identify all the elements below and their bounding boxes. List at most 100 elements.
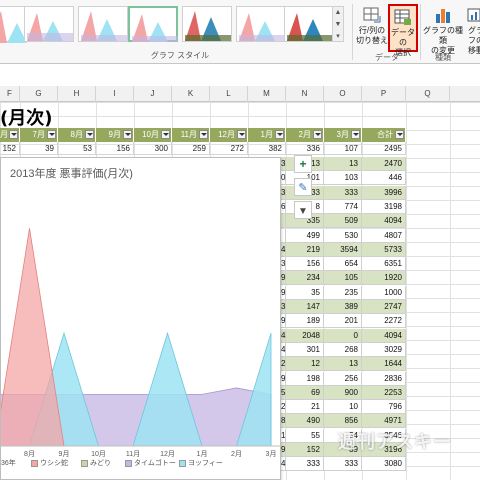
data-cell[interactable]: 10 xyxy=(324,400,362,415)
data-cell[interactable]: 105 xyxy=(324,271,362,286)
filter-dropdown-icon[interactable] xyxy=(123,130,132,139)
chart-elements-button[interactable]: + xyxy=(294,155,312,173)
data-cell[interactable]: 39 xyxy=(20,142,58,155)
data-cell[interactable]: 499 xyxy=(286,228,324,243)
data-cell[interactable]: 272 xyxy=(210,142,248,155)
month-header-cell[interactable]: 9月 xyxy=(96,128,134,142)
month-header-cell[interactable]: 合計 xyxy=(362,128,406,142)
data-cell[interactable]: 189 xyxy=(286,314,324,329)
switch-row-column-button[interactable]: 行/列の 切り替え xyxy=(356,4,388,52)
chart-title[interactable]: 2013年度 悪事評価(月次) xyxy=(10,165,133,181)
data-cell[interactable]: 6351 xyxy=(362,257,406,272)
data-cell[interactable]: 35 xyxy=(286,285,324,300)
data-cell[interactable]: 55 xyxy=(286,428,324,443)
month-header-cell[interactable]: 2月 xyxy=(286,128,324,142)
data-cell[interactable]: 3996 xyxy=(362,185,406,200)
data-cell[interactable]: 654 xyxy=(324,257,362,272)
data-cell[interactable]: 5733 xyxy=(362,242,406,257)
data-cell[interactable]: 256 xyxy=(324,371,362,386)
data-cell[interactable]: 12 xyxy=(286,357,324,372)
chart-legend[interactable]: 36年 ウシシ蛇 みどり タイムゴトー ヨッフィー xyxy=(1,456,282,470)
data-cell[interactable]: 3029 xyxy=(362,342,406,357)
month-header-cell[interactable]: 3月 xyxy=(324,128,362,142)
data-cell[interactable]: 490 xyxy=(286,414,324,429)
data-cell[interactable]: 2836 xyxy=(362,371,406,386)
chart-style-thumb-3[interactable] xyxy=(78,6,128,42)
data-cell[interactable]: 301 xyxy=(286,342,324,357)
worksheet-grid[interactable]: FGHIJKLMNOPQ (月次) 月 7月 8月 9月 10月 11月 12月 1月 2月 3月… xyxy=(0,86,480,480)
filter-dropdown-icon[interactable] xyxy=(395,130,404,139)
month-header-cell[interactable]: 10月 xyxy=(134,128,172,142)
move-chart-button[interactable]: グラフの 移動 xyxy=(466,4,480,55)
data-cell[interactable]: 2048 xyxy=(286,328,324,343)
data-cell[interactable]: 13 xyxy=(324,157,362,171)
filter-dropdown-icon[interactable] xyxy=(47,130,56,139)
column-header-i[interactable]: I xyxy=(96,86,134,102)
month-header-cell[interactable]: 11月 xyxy=(172,128,210,142)
data-cell[interactable]: 13 xyxy=(324,357,362,372)
column-header-h[interactable]: H xyxy=(58,86,96,102)
data-cell[interactable]: 333 xyxy=(324,457,362,472)
chart-style-thumb-5[interactable] xyxy=(182,6,232,42)
data-cell[interactable]: 856 xyxy=(324,414,362,429)
data-cell[interactable]: 69 xyxy=(286,385,324,400)
data-cell[interactable]: 300 xyxy=(134,142,172,155)
data-cell[interactable]: 389 xyxy=(324,300,362,314)
data-cell[interactable]: 2747 xyxy=(362,300,406,314)
column-header-f[interactable]: F xyxy=(0,86,20,102)
column-header-q[interactable]: Q xyxy=(406,86,450,102)
data-cell[interactable]: 219 xyxy=(286,242,324,257)
data-cell[interactable]: 198 xyxy=(286,371,324,386)
column-header-l[interactable]: L xyxy=(210,86,248,102)
area-chart[interactable]: 8月 9月 10月 11月 12月 1月 2月 3月 2013年度 悪事評価(月次) 36年 ウ… xyxy=(0,157,282,480)
chart-style-thumb-2[interactable] xyxy=(24,6,74,42)
legend-entry[interactable]: ウシシ蛇 xyxy=(31,458,68,468)
select-data-button[interactable]: データの 選択 xyxy=(388,4,418,57)
filter-dropdown-icon[interactable] xyxy=(275,130,284,139)
data-cell[interactable]: 4094 xyxy=(362,214,406,229)
data-cell[interactable]: 107 xyxy=(324,142,362,155)
data-cell[interactable]: 53 xyxy=(58,142,96,155)
data-cell[interactable]: 259 xyxy=(172,142,210,155)
filter-dropdown-icon[interactable] xyxy=(237,130,246,139)
filter-dropdown-icon[interactable] xyxy=(313,130,322,139)
column-header-g[interactable]: G xyxy=(20,86,58,102)
column-header-j[interactable]: J xyxy=(134,86,172,102)
data-cell[interactable]: 382 xyxy=(248,142,286,155)
data-cell[interactable]: 152 xyxy=(0,142,20,155)
data-cell[interactable]: 3080 xyxy=(362,457,406,472)
column-header-p[interactable]: P xyxy=(362,86,406,102)
column-header-k[interactable]: K xyxy=(172,86,210,102)
data-cell[interactable]: 1644 xyxy=(362,357,406,372)
chart-style-thumb-4-selected[interactable] xyxy=(128,6,178,42)
data-cell[interactable]: 201 xyxy=(324,314,362,329)
month-header-cell[interactable]: 月 xyxy=(0,128,20,142)
data-cell[interactable]: 2253 xyxy=(362,385,406,400)
filter-dropdown-icon[interactable] xyxy=(85,130,94,139)
data-cell[interactable]: 0 xyxy=(324,328,362,343)
month-header-cell[interactable]: 7月 xyxy=(20,128,58,142)
data-cell[interactable]: 147 xyxy=(286,300,324,314)
data-cell[interactable]: 446 xyxy=(362,171,406,186)
month-header-cell[interactable]: 1月 xyxy=(248,128,286,142)
data-cell[interactable]: 1920 xyxy=(362,271,406,286)
data-cell[interactable]: 4807 xyxy=(362,228,406,243)
filter-dropdown-icon[interactable] xyxy=(351,130,360,139)
chart-style-thumb-6[interactable] xyxy=(236,6,286,42)
data-cell[interactable]: 796 xyxy=(362,400,406,415)
column-header-o[interactable]: O xyxy=(324,86,362,102)
chart-style-thumb-7[interactable] xyxy=(284,6,334,42)
data-cell[interactable]: 2272 xyxy=(362,314,406,329)
filter-dropdown-icon[interactable] xyxy=(199,130,208,139)
month-header-cell[interactable]: 8月 xyxy=(58,128,96,142)
column-header-m[interactable]: M xyxy=(248,86,286,102)
data-cell[interactable]: 530 xyxy=(324,228,362,243)
data-cell[interactable]: 4971 xyxy=(362,414,406,429)
data-cell[interactable]: 1000 xyxy=(362,285,406,300)
data-cell[interactable]: 900 xyxy=(324,385,362,400)
data-cell[interactable]: 156 xyxy=(286,257,324,272)
filter-dropdown-icon[interactable] xyxy=(9,130,18,139)
data-cell[interactable]: 4094 xyxy=(362,328,406,343)
legend-entry[interactable]: ヨッフィー xyxy=(179,458,223,468)
chart-styles-button[interactable]: ✎ xyxy=(294,178,312,196)
